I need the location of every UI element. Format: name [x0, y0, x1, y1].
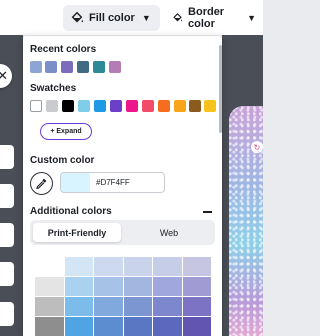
- grid-swatch[interactable]: [35, 317, 64, 336]
- grid-swatch[interactable]: [153, 317, 182, 336]
- swatch[interactable]: [110, 100, 122, 112]
- custom-color-heading: Custom color: [30, 155, 95, 166]
- side-page-tile[interactable]: [0, 302, 14, 326]
- grid-swatch[interactable]: [182, 277, 211, 296]
- paint-bucket-icon: [173, 13, 183, 22]
- swatches-heading: Swatches: [30, 83, 77, 94]
- grid-swatch[interactable]: [123, 257, 152, 276]
- swatch[interactable]: [174, 100, 186, 112]
- swatch[interactable]: [204, 100, 216, 112]
- grid-swatch[interactable]: [153, 257, 182, 276]
- grid-swatch[interactable]: [94, 257, 123, 276]
- recent-swatch[interactable]: [45, 61, 57, 73]
- grid-swatch[interactable]: [182, 257, 211, 276]
- grid-swatch[interactable]: [153, 297, 182, 316]
- grid-swatch[interactable]: [35, 257, 64, 276]
- panel-scrollbar[interactable]: [219, 45, 222, 133]
- grid-swatch[interactable]: [123, 297, 152, 316]
- swatch[interactable]: [78, 100, 90, 112]
- eyedropper-button[interactable]: [30, 172, 53, 195]
- grid-swatch[interactable]: [94, 317, 123, 336]
- grid-swatch[interactable]: [64, 277, 93, 296]
- swatch[interactable]: [94, 100, 106, 112]
- grid-swatch[interactable]: [123, 277, 152, 296]
- tab-print-friendly[interactable]: Print-Friendly: [33, 223, 121, 242]
- custom-hex-field[interactable]: #D7F4FF: [60, 172, 165, 193]
- recent-swatch[interactable]: [30, 61, 42, 73]
- swatch[interactable]: [46, 100, 58, 112]
- color-mode-toggle: Print-Friendly Web: [30, 220, 215, 245]
- fill-color-label: Fill color: [89, 12, 135, 24]
- grid-swatch[interactable]: [153, 277, 182, 296]
- custom-color-preview: [61, 173, 90, 192]
- paint-bucket-icon: [71, 11, 83, 23]
- custom-hex-value[interactable]: #D7F4FF: [90, 178, 130, 187]
- side-page-tile[interactable]: [0, 184, 14, 208]
- fill-color-button[interactable]: Fill color ▼: [63, 5, 160, 31]
- chevron-down-icon: ▼: [141, 13, 151, 23]
- grid-swatch[interactable]: [182, 317, 211, 336]
- recent-swatch[interactable]: [109, 61, 121, 73]
- swatch[interactable]: [62, 100, 74, 112]
- border-color-label: Border color: [188, 6, 225, 30]
- recent-swatch[interactable]: [77, 61, 89, 73]
- swatch[interactable]: [189, 100, 201, 112]
- eyedropper-icon: [36, 178, 47, 190]
- additional-colors-grid: [35, 257, 211, 336]
- recent-swatch[interactable]: [61, 61, 73, 73]
- grid-swatch[interactable]: [123, 317, 152, 336]
- recent-colors-heading: Recent colors: [30, 44, 97, 55]
- collapse-icon[interactable]: [203, 211, 212, 213]
- grid-swatch[interactable]: [64, 297, 93, 316]
- swatch[interactable]: [126, 100, 138, 112]
- grid-swatch[interactable]: [64, 257, 93, 276]
- chevron-down-icon: ▼: [247, 13, 256, 23]
- border-color-button[interactable]: Border color ▼: [165, 5, 263, 31]
- expand-swatches-button[interactable]: + Expand: [40, 123, 92, 140]
- grid-swatch[interactable]: [64, 317, 93, 336]
- side-page-tile[interactable]: [0, 223, 14, 247]
- grid-swatch[interactable]: [35, 297, 64, 316]
- recent-swatch[interactable]: [93, 61, 105, 73]
- top-toolbar: Fill color ▼ Border color ▼: [0, 0, 263, 35]
- tab-web[interactable]: Web: [125, 223, 213, 242]
- side-page-tile[interactable]: [0, 145, 14, 169]
- swatch[interactable]: [158, 100, 170, 112]
- rotate-handle-icon[interactable]: ↻: [251, 141, 263, 153]
- grid-swatch[interactable]: [94, 277, 123, 296]
- additional-colors-heading: Additional colors: [30, 206, 112, 217]
- grid-swatch[interactable]: [35, 277, 64, 296]
- grid-swatch[interactable]: [94, 297, 123, 316]
- swatch[interactable]: [30, 100, 42, 112]
- swatch[interactable]: [142, 100, 154, 112]
- grid-swatch[interactable]: [182, 297, 211, 316]
- side-page-tile[interactable]: [0, 262, 14, 286]
